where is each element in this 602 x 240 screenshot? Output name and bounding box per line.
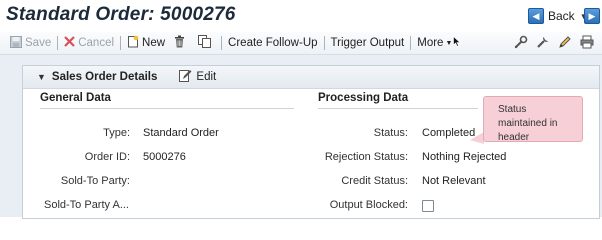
order-id-value: 5000276: [143, 151, 186, 163]
forward-button[interactable]: ▶: [584, 8, 600, 24]
more-button[interactable]: More ▼: [413, 32, 465, 54]
new-button[interactable]: New: [123, 32, 169, 54]
callout-text: Status maintained in header: [498, 104, 558, 143]
trigger-output-label: Trigger Output: [330, 37, 405, 49]
order-id-label: Order ID:: [84, 151, 130, 163]
copy-button[interactable]: [193, 32, 219, 54]
personalize-icon[interactable]: [514, 35, 528, 52]
callout-pointer: [470, 132, 484, 144]
output-blocked-label: Output Blocked:: [329, 199, 408, 211]
print-icon[interactable]: [580, 35, 594, 52]
sold-to-party-address-label: Sold-To Party A...: [44, 199, 129, 211]
new-label: New: [142, 37, 166, 49]
back-button[interactable]: ◀ Back ▼: [528, 8, 592, 24]
back-arrow-icon: ◀: [528, 8, 544, 24]
copy-icon: [198, 35, 212, 51]
type-value: Standard Order: [143, 127, 219, 139]
credit-status-label: Credit Status:: [341, 175, 408, 187]
toolbar-divider: [57, 36, 59, 50]
chevron-down-icon: ▼: [445, 39, 453, 47]
more-label: More: [417, 37, 444, 49]
toolbar-divider: [410, 36, 412, 50]
status-callout: Status maintained in header: [483, 96, 583, 143]
collapse-triangle-icon[interactable]: ▼: [37, 72, 46, 82]
credit-status-value: Not Relevant: [422, 175, 486, 187]
edit-label: Edit: [196, 71, 217, 83]
back-label: Back: [548, 9, 575, 23]
toolbar-divider: [120, 36, 122, 50]
cancel-label: Cancel: [78, 37, 115, 49]
edit-icon: [179, 69, 192, 85]
create-followup-button[interactable]: Create Follow-Up: [224, 32, 321, 54]
general-data-title: General Data: [40, 92, 111, 104]
trash-icon: [174, 35, 185, 51]
status-label: Status:: [373, 127, 408, 139]
pencil-icon[interactable]: [558, 35, 572, 52]
panel-title: Sales Order Details: [51, 71, 158, 83]
forward-arrow-icon: ▶: [584, 8, 600, 24]
cancel-button[interactable]: Cancel: [60, 32, 118, 54]
rejection-status-label: Rejection Status:: [324, 151, 408, 163]
content-area: ▼ Sales Order Details Edit General Data …: [0, 55, 602, 219]
title-bar: Standard Order: 5000276 ◀ Back ▼ ▶: [0, 0, 602, 33]
toolbar-divider: [323, 36, 325, 50]
toolbar: Save Cancel New Create Follow-Up Trigger…: [0, 32, 602, 55]
output-blocked-checkbox[interactable]: [422, 200, 434, 212]
type-label: Type:: [103, 127, 130, 139]
processing-data-divider: [318, 108, 478, 109]
edit-button[interactable]: Edit: [179, 69, 216, 85]
trigger-output-button[interactable]: Trigger Output: [327, 32, 409, 54]
page-title: Standard Order: 5000276: [6, 4, 236, 25]
processing-data-title: Processing Data: [318, 92, 409, 104]
panel-header: ▼ Sales Order Details Edit: [23, 66, 599, 89]
new-document-icon: [127, 35, 139, 51]
save-icon: [10, 35, 22, 51]
save-button[interactable]: Save: [6, 32, 55, 54]
delete-button[interactable]: [169, 32, 193, 54]
sold-to-party-label: Sold-To Party:: [60, 175, 130, 187]
rejection-status-value: Nothing Rejected: [422, 151, 507, 163]
toolbar-right-tools: [514, 32, 594, 54]
general-data-divider: [40, 108, 294, 109]
status-value: Completed: [422, 127, 476, 139]
create-followup-label: Create Follow-Up: [228, 37, 318, 49]
wrench-icon[interactable]: [536, 35, 550, 52]
mouse-pointer-icon: [453, 35, 462, 50]
toolbar-divider: [221, 36, 223, 50]
cancel-icon: [64, 36, 75, 50]
save-label: Save: [25, 37, 52, 49]
